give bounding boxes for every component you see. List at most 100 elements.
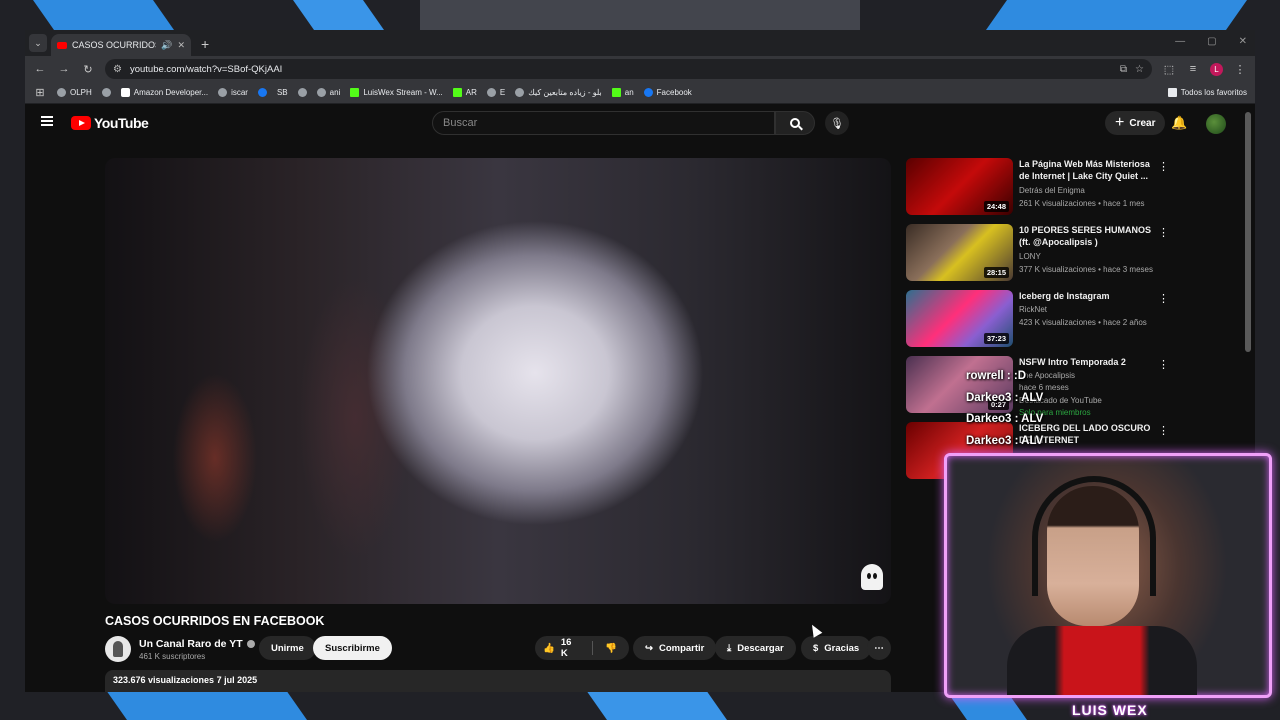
thanks-button[interactable]: $ Gracias	[801, 636, 872, 660]
bookmark-arabic[interactable]: بلو - زياده متابعين كيك	[515, 88, 602, 97]
share-button[interactable]: ↪ Compartir	[633, 636, 717, 660]
stream-chat-overlay: rowrell : :D Darkeo3 : ALV Darkeo3 : ALV…	[966, 366, 1043, 452]
reload-icon[interactable]: ↻	[81, 63, 95, 76]
rec-title[interactable]: La Página Web Más Misteriosa de Internet…	[1019, 158, 1159, 182]
bookmark-olph[interactable]: OLPH	[57, 88, 92, 97]
dislike-icon[interactable]: 👎	[605, 643, 617, 654]
bookmark-globe-2[interactable]	[297, 88, 307, 97]
media-icon[interactable]: ≡	[1186, 63, 1200, 75]
bookmark-ani[interactable]: ani	[316, 88, 340, 97]
like-count[interactable]: 16 K	[561, 637, 578, 659]
more-options-icon[interactable]: ⋮	[1158, 226, 1169, 239]
minimize-icon[interactable]: —	[1175, 36, 1185, 47]
video-thumbnail[interactable]: 37:23	[906, 290, 1013, 347]
more-actions-button[interactable]: ⋯	[867, 636, 891, 660]
channel-avatar[interactable]	[105, 636, 131, 662]
webcam-overlay	[944, 453, 1272, 698]
close-window-icon[interactable]: ✕	[1239, 36, 1247, 47]
rec-channel[interactable]: Detrás del Enigma	[1019, 186, 1085, 195]
omnibox[interactable]: ⚙ youtube.com/watch?v=SBof-QKjAAI ⧉ ☆	[105, 59, 1152, 79]
speaker-icon[interactable]: 🔊	[161, 40, 172, 51]
bookmark-e[interactable]: E	[486, 88, 505, 97]
chat-message: Darkeo3 : ALV	[966, 434, 1044, 447]
rec-title[interactable]: 10 PEORES SERES HUMANOS (ft. @Apocalipsi…	[1019, 224, 1159, 248]
back-icon[interactable]: ←	[33, 63, 47, 75]
facebook-icon	[643, 88, 653, 97]
video-player[interactable]	[105, 158, 891, 604]
extensions-icon[interactable]: ⬚	[1162, 63, 1176, 76]
video-thumbnail[interactable]: 24:48	[906, 158, 1013, 215]
profile-avatar[interactable]: L	[1210, 62, 1223, 76]
maximize-icon[interactable]: ▢	[1207, 36, 1216, 47]
facebook-icon	[257, 88, 267, 97]
more-options-icon[interactable]: ⋮	[1158, 358, 1169, 371]
cast-icon[interactable]: ⧉	[1120, 64, 1127, 75]
bookmark-globe[interactable]	[101, 88, 111, 97]
description-box[interactable]: 323.676 visualizaciones 7 jul 2025	[105, 670, 891, 692]
channel-name[interactable]: Un Canal Raro de YT	[139, 638, 255, 650]
account-avatar[interactable]	[1206, 114, 1226, 134]
subscriber-count: 461 K suscriptores	[139, 652, 206, 661]
rec-meta: 261 K visualizaciones • hace 1 mes	[1019, 199, 1145, 208]
more-options-icon[interactable]: ⋮	[1158, 292, 1169, 305]
tab-bar: ⌄ CASOS OCURRIDOS EN FA 🔊 ✕ + — ▢ ✕	[25, 30, 1255, 56]
rec-title[interactable]: Iceberg de Instagram	[1019, 290, 1159, 302]
search-icon	[790, 118, 800, 128]
join-button[interactable]: Unirme	[259, 636, 316, 660]
bookmark-facebook[interactable]: Facebook	[643, 88, 692, 97]
tab-search-icon[interactable]: ⌄	[29, 34, 47, 52]
headset-icon	[1032, 476, 1156, 596]
more-options-icon[interactable]: ⋮	[1158, 424, 1169, 437]
like-icon[interactable]: 👍	[543, 643, 555, 654]
share-icon: ↪	[645, 642, 653, 654]
rec-meta: 423 K visualizaciones • hace 2 años	[1019, 318, 1147, 327]
bookmark-sb[interactable]: SB	[25, 88, 1255, 692]
youtube-logo[interactable]: YouTube	[71, 115, 149, 131]
tab-active[interactable]: CASOS OCURRIDOS EN FA 🔊 ✕	[51, 34, 191, 56]
youtube-play-icon	[71, 116, 91, 130]
rec-channel[interactable]: LONY	[1019, 252, 1041, 261]
site-info-icon[interactable]: ⚙	[113, 64, 122, 75]
download-button[interactable]: ⤓ Descargar	[715, 636, 796, 660]
list-item[interactable]: 0:27 NSFW Intro Temporada 2 The Apocalip…	[906, 356, 1236, 422]
tab-title: CASOS OCURRIDOS EN FA	[72, 40, 157, 50]
rec-channel[interactable]: RickNet	[1019, 305, 1047, 314]
youtube-favicon-icon	[57, 41, 67, 49]
list-item[interactable]: 24:48 La Página Web Más Misteriosa de In…	[906, 158, 1236, 224]
more-icon: ⋯	[874, 642, 884, 654]
minus-circle-icon	[515, 88, 525, 97]
bookmark-ar[interactable]: AR	[452, 88, 477, 97]
notifications-bell-icon[interactable]: 🔔	[1171, 115, 1187, 131]
all-bookmarks[interactable]: Todos los favoritos	[1167, 88, 1247, 97]
globe-icon	[101, 88, 111, 97]
window-controls: — ▢ ✕	[1175, 36, 1247, 47]
folder-icon	[1167, 88, 1177, 97]
video-thumbnail[interactable]: 28:15	[906, 224, 1013, 281]
list-item[interactable]: 28:15 10 PEORES SERES HUMANOS (ft. @Apoc…	[906, 224, 1236, 290]
apps-grid-icon[interactable]: ⊞	[33, 86, 47, 99]
bookmark-an[interactable]: an	[611, 88, 634, 97]
close-tab-icon[interactable]: ✕	[177, 40, 185, 51]
create-button[interactable]: + Crear	[1105, 111, 1166, 135]
bookmark-facebook-icon-only[interactable]	[257, 88, 267, 97]
masthead: YouTube Buscar 🎙 + Crear 🔔	[25, 104, 1255, 144]
bookmark-amazon[interactable]: Amazon Developer...	[120, 88, 208, 97]
bookmark-iscar[interactable]: iscar	[218, 88, 248, 97]
subscribe-button[interactable]: Suscribirme	[313, 636, 392, 660]
bookmark-luiswex-stream[interactable]: LuisWex Stream - W...	[350, 88, 443, 97]
address-bar: ← → ↻ ⚙ youtube.com/watch?v=SBof-QKjAAI …	[25, 56, 1255, 82]
plus-icon: +	[1115, 114, 1125, 131]
kick-icon	[452, 88, 462, 97]
menu-icon[interactable]	[41, 116, 53, 126]
list-item[interactable]: 37:23 Iceberg de Instagram RickNet 423 K…	[906, 290, 1236, 356]
more-options-icon[interactable]: ⋮	[1158, 160, 1169, 173]
bookmarks-bar: ⊞ OLPH Amazon Developer... iscar SB ani …	[25, 82, 1255, 692]
search-button[interactable]	[775, 111, 815, 135]
new-tab-button[interactable]: +	[201, 36, 209, 52]
chat-message: Darkeo3 : ALV	[966, 413, 1044, 425]
bookmark-star-icon[interactable]: ☆	[1135, 64, 1144, 75]
voice-search-button[interactable]: 🎙	[825, 111, 849, 135]
browser-menu-icon[interactable]: ⋮	[1233, 63, 1247, 76]
search-input[interactable]: Buscar	[432, 111, 775, 135]
forward-icon[interactable]: →	[57, 63, 71, 75]
